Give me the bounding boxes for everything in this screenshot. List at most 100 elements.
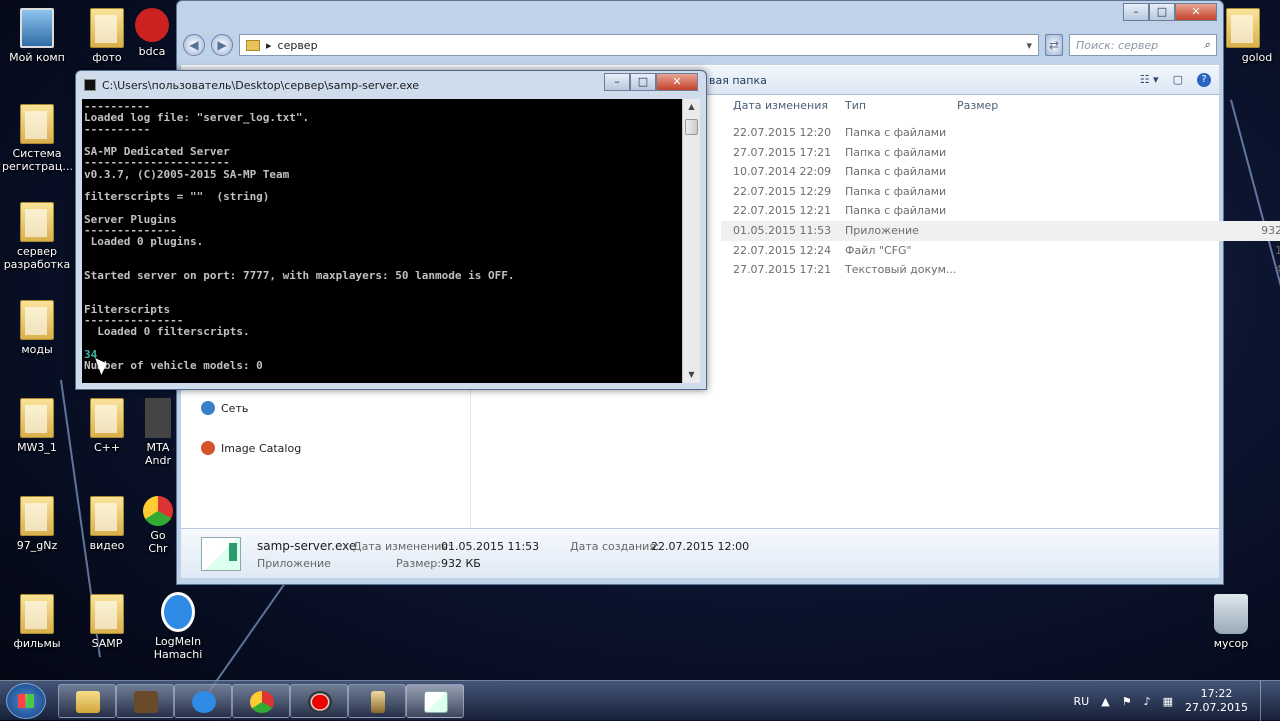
scroll-up-icon[interactable]: ▲ — [683, 99, 700, 115]
file-size: 932 КБ — [1261, 224, 1280, 237]
console-icon — [424, 691, 448, 713]
clock[interactable]: 17:22 27.07.2015 — [1185, 687, 1248, 715]
desktop-icon-label: LogMeIn Hamachi — [153, 635, 203, 661]
desktop-icon-cpp[interactable]: C++ — [72, 398, 142, 454]
console-output[interactable]: ---------- Loaded log file: "server_log.t… — [82, 99, 686, 383]
show-desktop-button[interactable] — [1260, 681, 1270, 721]
desktop-icon-my-computer[interactable]: Мой комп — [2, 8, 72, 64]
console-scrollbar[interactable]: ▲ ▼ — [682, 99, 700, 383]
desktop-icon-label: Мой комп — [9, 51, 65, 64]
desktop-icon-label: мусор — [1213, 637, 1249, 650]
file-row[interactable]: 22.07.2015 12:21 Папка с файлами — [721, 201, 1280, 221]
refresh-button[interactable]: ⇄ — [1045, 34, 1063, 56]
console-line: Number of vehicle models: 0 — [84, 358, 263, 372]
file-type: Папка с файлами — [845, 145, 947, 159]
file-type: Текстовый докум... — [845, 263, 957, 277]
chess-icon — [371, 691, 385, 713]
close-button[interactable]: ✕ — [656, 73, 698, 91]
console-line: Started server on port: 7777, with maxpl… — [84, 268, 515, 282]
desktop-icon-sistema[interactable]: Система регистрац... — [2, 104, 73, 173]
desktop-icon-samp[interactable]: SAMP — [72, 594, 142, 650]
scroll-down-icon[interactable]: ▼ — [683, 367, 700, 383]
desktop-icon-mods[interactable]: моды — [2, 300, 72, 356]
system-tray: RU ▲ ⚑ ♪ ▦ 17:22 27.07.2015 — [1074, 681, 1270, 721]
file-row[interactable]: 27.07.2015 17:21 Текстовый докум... 4 КБ — [721, 260, 1280, 280]
clock-date: 27.07.2015 — [1185, 701, 1248, 714]
file-row[interactable]: 27.07.2015 17:21 Папка с файлами — [721, 143, 1280, 163]
file-row[interactable]: 10.07.2014 22:09 Папка с файлами — [721, 162, 1280, 182]
desktop-icon-bdca[interactable]: bdca — [130, 8, 174, 58]
hamachi-icon — [161, 592, 195, 632]
new-folder-button[interactable]: вая папка — [709, 74, 767, 87]
column-header-size[interactable]: Размер — [957, 99, 998, 112]
show-hidden-icons-icon[interactable]: ▲ — [1101, 695, 1109, 708]
taskbar-recorder[interactable] — [290, 684, 348, 718]
folder-icon — [90, 594, 124, 634]
computer-icon — [20, 8, 54, 48]
start-button[interactable] — [6, 683, 46, 719]
taskbar-explorer[interactable] — [58, 684, 116, 718]
column-header-date[interactable]: Дата изменения — [733, 99, 828, 112]
forward-button[interactable]: ▶ — [211, 34, 233, 56]
column-header-type[interactable]: Тип — [845, 99, 866, 112]
breadcrumb-arrow-icon: ▸ — [266, 38, 272, 52]
address-bar[interactable]: ▸ сервер ▾ — [239, 34, 1039, 56]
folder-icon — [20, 398, 54, 438]
desktop-icon-label: Система регистрац... — [2, 147, 73, 173]
app-icon — [145, 398, 171, 438]
help-icon[interactable]: ? — [1197, 73, 1211, 87]
window-controls: – □ ✕ — [604, 73, 698, 91]
desktop-icon-hamachi[interactable]: LogMeIn Hamachi — [143, 592, 213, 661]
minimize-button[interactable]: – — [1123, 3, 1149, 21]
breadcrumb[interactable]: сервер — [278, 39, 318, 52]
nav-item-image-catalog[interactable]: Image Catalog — [201, 441, 301, 455]
language-indicator[interactable]: RU — [1074, 695, 1090, 708]
desktop-icon-chrome[interactable]: Go Chr — [140, 496, 176, 555]
file-date: 01.05.2015 11:53 — [733, 224, 832, 237]
back-button[interactable]: ◀ — [183, 34, 205, 56]
desktop-icon-mta[interactable]: MTA Andr — [140, 398, 176, 467]
clock-time: 17:22 — [1200, 687, 1233, 700]
taskbar-chess[interactable] — [348, 684, 406, 718]
desktop-icon-films[interactable]: фильмы — [2, 594, 72, 650]
details-created-label: Дата создания: — [570, 540, 660, 553]
desktop-icon-label: MW3_1 — [17, 441, 57, 454]
file-date: 27.07.2015 17:21 — [733, 145, 832, 159]
details-pane: samp-server.exe Приложение Дата изменени… — [181, 528, 1219, 578]
desktop-icon-recycle-bin[interactable]: мусор — [1196, 594, 1266, 650]
desktop-icon-label: сервер разработка — [3, 245, 71, 271]
close-button[interactable]: ✕ — [1175, 3, 1217, 21]
nav-item-network[interactable]: Сеть — [201, 401, 248, 415]
scroll-thumb[interactable] — [685, 119, 698, 135]
taskbar-app-f[interactable] — [174, 684, 232, 718]
minimize-button[interactable]: – — [604, 73, 630, 91]
image-catalog-icon — [201, 441, 215, 455]
file-type: Приложение — [845, 224, 919, 237]
desktop-icon-video[interactable]: видео — [72, 496, 142, 552]
maximize-button[interactable]: □ — [630, 73, 656, 91]
file-row[interactable]: 01.05.2015 11:53 Приложение 932 КБ — [721, 221, 1280, 241]
file-date: 22.07.2015 12:21 — [733, 204, 832, 218]
taskbar-console[interactable] — [406, 684, 464, 718]
taskbar-game[interactable] — [116, 684, 174, 718]
preview-pane-icon[interactable]: ▢ — [1173, 73, 1183, 87]
file-row[interactable]: 22.07.2015 12:29 Папка с файлами — [721, 182, 1280, 202]
action-center-icon[interactable]: ⚑ — [1122, 695, 1132, 708]
desktop-icon-mw3[interactable]: MW3_1 — [2, 398, 72, 454]
file-row[interactable]: 22.07.2015 12:24 Файл "CFG" 1 КБ — [721, 241, 1280, 261]
file-date: 22.07.2015 12:29 — [733, 184, 832, 198]
taskbar-chrome[interactable] — [232, 684, 290, 718]
volume-icon[interactable]: ♪ — [1144, 695, 1151, 708]
view-options-icon[interactable]: ☷ ▾ — [1140, 73, 1159, 87]
file-row[interactable]: 22.07.2015 12:20 Папка с файлами — [721, 123, 1280, 143]
console-line: filterscripts = "" (string) — [84, 190, 270, 203]
maximize-button[interactable]: □ — [1149, 3, 1175, 21]
network-tray-icon[interactable]: ▦ — [1163, 695, 1173, 708]
taskbar: RU ▲ ⚑ ♪ ▦ 17:22 27.07.2015 — [0, 680, 1280, 721]
desktop-icon-97gnz[interactable]: 97_gNz — [2, 496, 72, 552]
chevron-down-icon[interactable]: ▾ — [1026, 39, 1032, 52]
search-input[interactable]: Поиск: сервер ⌕ — [1069, 34, 1217, 56]
desktop-icon-server-dev[interactable]: сервер разработка — [2, 202, 72, 271]
details-filename: samp-server.exe — [257, 539, 357, 553]
